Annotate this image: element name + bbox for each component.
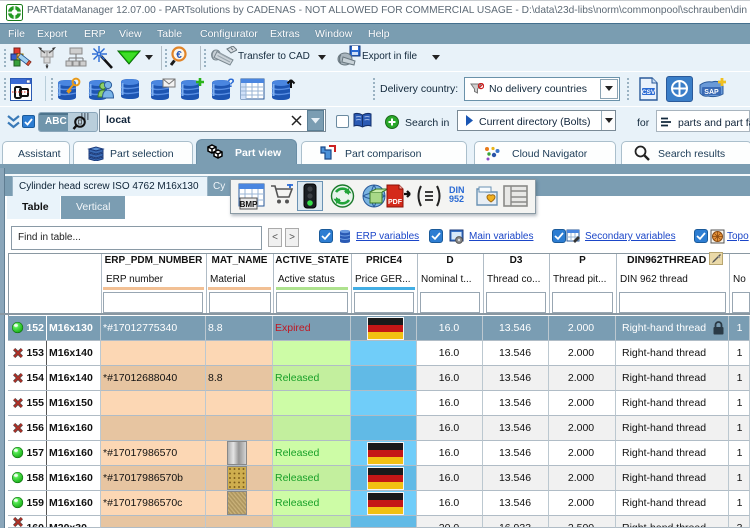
svg-text:SAP: SAP bbox=[704, 89, 719, 96]
svg-text:PDF: PDF bbox=[388, 199, 403, 206]
svg-text:€: € bbox=[176, 50, 182, 61]
svg-text:?: ? bbox=[227, 77, 234, 90]
svg-text:BMP: BMP bbox=[240, 200, 258, 209]
svg-text:CSV: CSV bbox=[642, 89, 656, 96]
